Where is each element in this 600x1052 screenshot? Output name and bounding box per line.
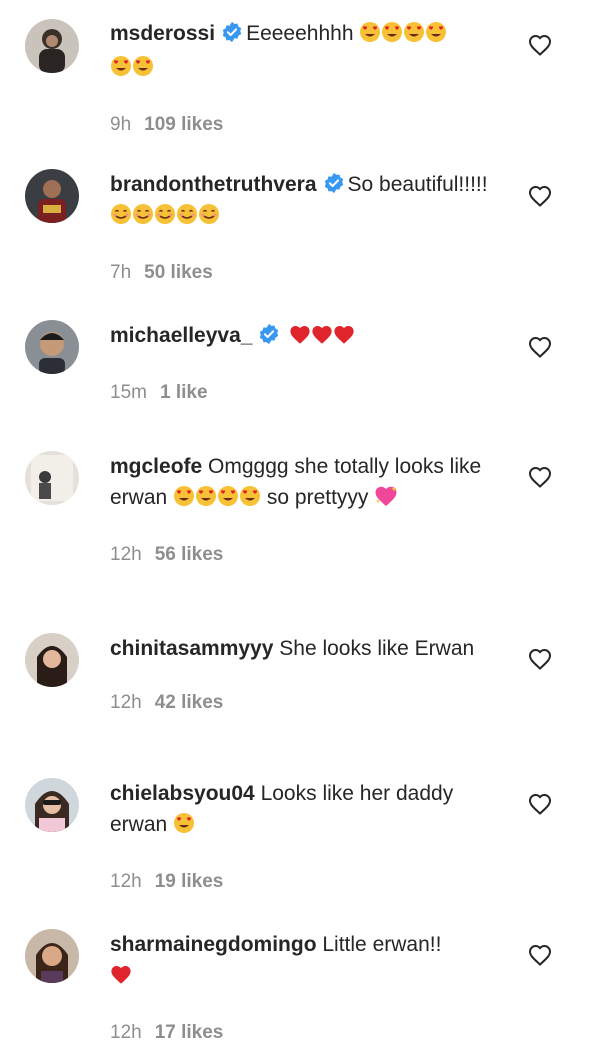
comment-meta: 15m 1 like [110, 377, 505, 408]
heart-eyes-emoji-icon [403, 21, 425, 52]
comment-text: She looks like Erwan [279, 637, 475, 660]
comment-body: msderossi Eeeeehhhh 9h 109 likes [110, 18, 505, 140]
sparkling-heart-emoji-icon [374, 485, 398, 516]
username[interactable]: mgcleofe [110, 455, 202, 478]
comment-body: chinitasammyyy She looks like Erwan 12h 4… [110, 633, 505, 718]
heart-eyes-emoji-icon [425, 21, 447, 52]
like-heart-icon[interactable] [528, 793, 552, 815]
username[interactable]: chielabsyou04 [110, 782, 255, 805]
like-heart-icon[interactable] [528, 944, 552, 966]
comment-body: mgcleofe Omgggg she totally looks like e… [110, 451, 505, 570]
likes-count[interactable]: 109 likes [144, 114, 223, 135]
heart-eyes-emoji-icon [110, 55, 132, 86]
red-heart-emoji-icon [289, 323, 311, 354]
smiling-face-emoji-icon [132, 203, 154, 234]
likes-count[interactable]: 42 likes [155, 692, 224, 713]
comment-text-continued: so prettyyy [266, 486, 369, 509]
avatar[interactable] [25, 19, 79, 73]
comment-text: Eeeeehhhh [246, 22, 354, 45]
comment-body: michaelleyva_ 15m 1 like [110, 320, 505, 408]
red-heart-emoji-icon [311, 323, 333, 354]
avatar[interactable] [25, 929, 79, 983]
heart-eyes-emoji-icon [173, 485, 195, 516]
likes-count[interactable]: 50 likes [144, 262, 213, 283]
comment-text: Little erwan!! [322, 933, 442, 956]
heart-eyes-emoji-icon [239, 485, 261, 516]
username[interactable]: sharmainegdomingo [110, 933, 317, 956]
likes-count[interactable]: 56 likes [155, 544, 224, 565]
username[interactable]: chinitasammyyy [110, 637, 273, 660]
timestamp[interactable]: 12h [110, 871, 142, 892]
red-heart-emoji-icon [110, 963, 132, 994]
verified-badge-icon [323, 172, 345, 194]
timestamp[interactable]: 9h [110, 114, 131, 135]
comment-meta: 12h 42 likes [110, 687, 505, 718]
username[interactable]: michaelleyva_ [110, 324, 252, 347]
red-heart-emoji-icon [333, 323, 355, 354]
like-heart-icon[interactable] [528, 34, 552, 56]
like-heart-icon[interactable] [528, 185, 552, 207]
comment-meta: 12h 56 likes [110, 539, 505, 570]
timestamp[interactable]: 12h [110, 1022, 142, 1043]
comment-text: So beautiful!!!!! [347, 173, 488, 196]
timestamp[interactable]: 12h [110, 692, 142, 713]
like-heart-icon[interactable] [528, 648, 552, 670]
timestamp[interactable]: 15m [110, 382, 147, 403]
comment-body: chielabsyou04 Looks like her daddy erwan… [110, 778, 505, 897]
verified-badge-icon [221, 21, 243, 43]
comment-meta: 12h 17 likes [110, 1017, 505, 1048]
timestamp[interactable]: 12h [110, 544, 142, 565]
like-heart-icon[interactable] [528, 466, 552, 488]
comment-meta: 9h 109 likes [110, 109, 505, 140]
likes-count[interactable]: 17 likes [155, 1022, 224, 1043]
heart-eyes-emoji-icon [173, 812, 195, 843]
heart-eyes-emoji-icon [359, 21, 381, 52]
smiling-face-emoji-icon [154, 203, 176, 234]
username[interactable]: brandonthetruthvera [110, 173, 317, 196]
timestamp[interactable]: 7h [110, 262, 131, 283]
verified-badge-icon [258, 323, 280, 345]
avatar[interactable] [25, 451, 79, 505]
username[interactable]: msderossi [110, 22, 215, 45]
heart-eyes-emoji-icon [381, 21, 403, 52]
likes-count[interactable]: 1 like [160, 382, 208, 403]
heart-eyes-emoji-icon [195, 485, 217, 516]
comment-body: sharmainegdomingo Little erwan!! 12h 17 l… [110, 929, 505, 1048]
heart-eyes-emoji-icon [217, 485, 239, 516]
avatar[interactable] [25, 169, 79, 223]
like-heart-icon[interactable] [528, 336, 552, 358]
avatar[interactable] [25, 633, 79, 687]
avatar[interactable] [25, 320, 79, 374]
smiling-face-emoji-icon [176, 203, 198, 234]
comment-body: brandonthetruthvera So beautiful!!!!! 7h 5… [110, 169, 505, 288]
smiling-face-emoji-icon [110, 203, 132, 234]
heart-eyes-emoji-icon [132, 55, 154, 86]
avatar[interactable] [25, 778, 79, 832]
smiling-face-emoji-icon [198, 203, 220, 234]
comment-meta: 7h 50 likes [110, 257, 505, 288]
comment-meta: 12h 19 likes [110, 866, 505, 897]
likes-count[interactable]: 19 likes [155, 871, 224, 892]
